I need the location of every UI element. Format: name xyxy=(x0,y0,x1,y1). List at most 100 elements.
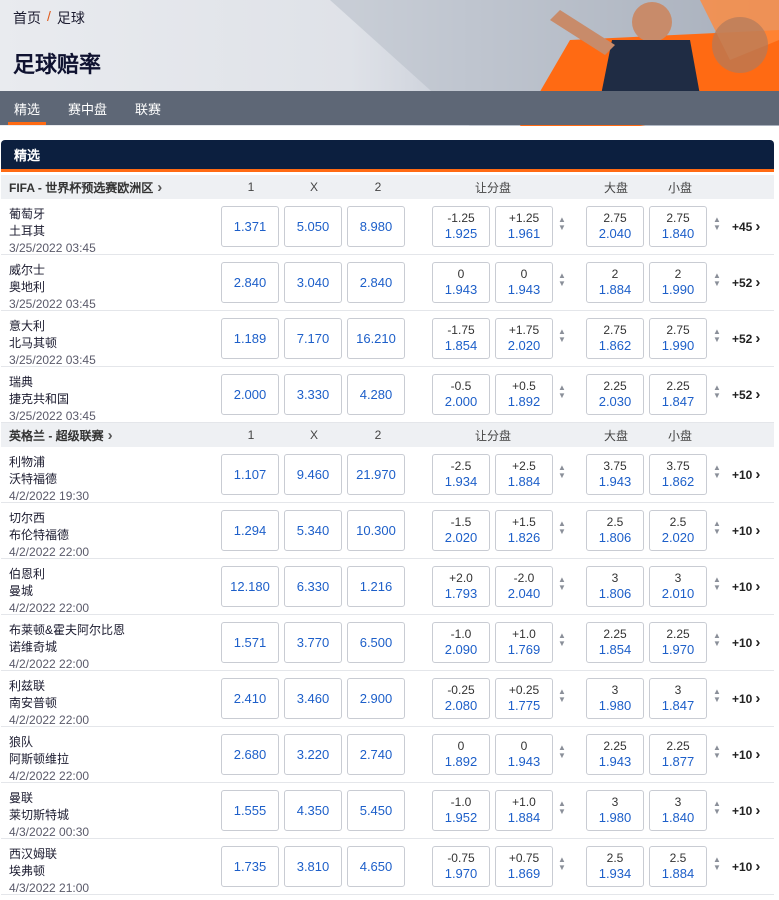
away-team[interactable]: 北马其顿 xyxy=(9,334,57,351)
sort-arrows-icon[interactable]: ▲ ▼ xyxy=(712,744,722,760)
handicap-home-button[interactable]: 0 1.892 xyxy=(432,734,490,775)
more-markets-link[interactable]: +52 › xyxy=(732,386,760,403)
home-team[interactable]: 葡萄牙 xyxy=(9,205,45,222)
handicap-home-button[interactable]: -1.0 1.952 xyxy=(432,790,490,831)
home-team[interactable]: 布莱顿&霍夫阿尔比恩 xyxy=(9,621,125,638)
sort-arrows-icon[interactable]: ▲ ▼ xyxy=(712,520,722,536)
sort-arrows-icon[interactable]: ▲ ▼ xyxy=(557,688,567,704)
sort-arrows-icon[interactable]: ▲ ▼ xyxy=(557,632,567,648)
away-team[interactable]: 诺维奇城 xyxy=(9,638,57,655)
home-team[interactable]: 瑞典 xyxy=(9,373,33,390)
under-button[interactable]: 3 1.840 xyxy=(649,790,707,831)
more-markets-link[interactable]: +10 › xyxy=(732,578,760,595)
sort-arrows-icon[interactable]: ▲ ▼ xyxy=(712,216,722,232)
handicap-away-button[interactable]: +0.75 1.869 xyxy=(495,846,553,887)
over-button[interactable]: 2.25 1.854 xyxy=(586,622,644,663)
handicap-home-button[interactable]: 0 1.943 xyxy=(432,262,490,303)
home-team[interactable]: 狼队 xyxy=(9,733,33,750)
odds-away-button[interactable]: 1.216 xyxy=(347,566,405,607)
home-team[interactable]: 伯恩利 xyxy=(9,565,45,582)
under-button[interactable]: 2.75 1.990 xyxy=(649,318,707,359)
odds-draw-button[interactable]: 3.770 xyxy=(284,622,342,663)
under-button[interactable]: 2 1.990 xyxy=(649,262,707,303)
handicap-home-button[interactable]: -2.5 1.934 xyxy=(432,454,490,495)
league-name[interactable]: FIFA - 世界杯预选赛欧洲区 › xyxy=(9,179,162,196)
odds-home-button[interactable]: 2.840 xyxy=(221,262,279,303)
odds-away-button[interactable]: 4.650 xyxy=(347,846,405,887)
under-button[interactable]: 2.25 1.877 xyxy=(649,734,707,775)
tab-leagues[interactable]: 联赛 xyxy=(121,91,175,125)
home-team[interactable]: 利物浦 xyxy=(9,453,45,470)
league-header[interactable]: 英格兰 - 超级联赛 › 1 X 2 让分盘 大盘 小盘 xyxy=(1,423,774,447)
handicap-away-button[interactable]: 0 1.943 xyxy=(495,262,553,303)
odds-home-button[interactable]: 2.410 xyxy=(221,678,279,719)
handicap-away-button[interactable]: +0.5 1.892 xyxy=(495,374,553,415)
over-button[interactable]: 3 1.980 xyxy=(586,678,644,719)
handicap-home-button[interactable]: -0.75 1.970 xyxy=(432,846,490,887)
over-button[interactable]: 2.75 2.040 xyxy=(586,206,644,247)
handicap-home-button[interactable]: -1.5 2.020 xyxy=(432,510,490,551)
away-team[interactable]: 捷克共和国 xyxy=(9,390,69,407)
more-markets-link[interactable]: +52 › xyxy=(732,330,760,347)
odds-away-button[interactable]: 16.210 xyxy=(347,318,405,359)
handicap-away-button[interactable]: +1.0 1.769 xyxy=(495,622,553,663)
home-team[interactable]: 曼联 xyxy=(9,789,33,806)
sort-arrows-icon[interactable]: ▲ ▼ xyxy=(712,272,722,288)
away-team[interactable]: 曼城 xyxy=(9,582,33,599)
sort-arrows-icon[interactable]: ▲ ▼ xyxy=(557,384,567,400)
odds-home-button[interactable]: 2.000 xyxy=(221,374,279,415)
under-button[interactable]: 2.5 1.884 xyxy=(649,846,707,887)
tab-featured[interactable]: 精选 xyxy=(0,91,54,125)
sort-arrows-icon[interactable]: ▲ ▼ xyxy=(557,744,567,760)
under-button[interactable]: 3.75 1.862 xyxy=(649,454,707,495)
tab-in-play[interactable]: 赛中盘 xyxy=(54,91,121,125)
home-team[interactable]: 切尔西 xyxy=(9,509,45,526)
away-team[interactable]: 南安普顿 xyxy=(9,694,57,711)
away-team[interactable]: 奥地利 xyxy=(9,278,45,295)
away-team[interactable]: 布伦特福德 xyxy=(9,526,69,543)
league-name[interactable]: 英格兰 - 超级联赛 › xyxy=(9,427,113,444)
away-team[interactable]: 阿斯顿维拉 xyxy=(9,750,69,767)
over-button[interactable]: 2.5 1.806 xyxy=(586,510,644,551)
handicap-home-button[interactable]: -1.75 1.854 xyxy=(432,318,490,359)
sort-arrows-icon[interactable]: ▲ ▼ xyxy=(712,800,722,816)
under-button[interactable]: 3 1.847 xyxy=(649,678,707,719)
over-button[interactable]: 3 1.806 xyxy=(586,566,644,607)
odds-away-button[interactable]: 6.500 xyxy=(347,622,405,663)
more-markets-link[interactable]: +10 › xyxy=(732,634,760,651)
handicap-home-button[interactable]: -0.5 2.000 xyxy=(432,374,490,415)
handicap-away-button[interactable]: +1.5 1.826 xyxy=(495,510,553,551)
odds-away-button[interactable]: 8.980 xyxy=(347,206,405,247)
breadcrumb-home-link[interactable]: 首页 xyxy=(13,8,41,28)
sort-arrows-icon[interactable]: ▲ ▼ xyxy=(712,328,722,344)
under-button[interactable]: 3 2.010 xyxy=(649,566,707,607)
more-markets-link[interactable]: +10 › xyxy=(732,746,760,763)
away-team[interactable]: 莱切斯特城 xyxy=(9,806,69,823)
sort-arrows-icon[interactable]: ▲ ▼ xyxy=(712,688,722,704)
away-team[interactable]: 沃特福德 xyxy=(9,470,57,487)
sort-arrows-icon[interactable]: ▲ ▼ xyxy=(557,328,567,344)
odds-draw-button[interactable]: 6.330 xyxy=(284,566,342,607)
sort-arrows-icon[interactable]: ▲ ▼ xyxy=(712,576,722,592)
over-button[interactable]: 2 1.884 xyxy=(586,262,644,303)
sort-arrows-icon[interactable]: ▲ ▼ xyxy=(557,216,567,232)
sort-arrows-icon[interactable]: ▲ ▼ xyxy=(712,856,722,872)
handicap-away-button[interactable]: +1.25 1.961 xyxy=(495,206,553,247)
handicap-away-button[interactable]: +1.75 2.020 xyxy=(495,318,553,359)
odds-away-button[interactable]: 10.300 xyxy=(347,510,405,551)
more-markets-link[interactable]: +45 › xyxy=(732,218,760,235)
home-team[interactable]: 利兹联 xyxy=(9,677,45,694)
under-button[interactable]: 2.25 1.847 xyxy=(649,374,707,415)
odds-draw-button[interactable]: 3.460 xyxy=(284,678,342,719)
odds-draw-button[interactable]: 3.810 xyxy=(284,846,342,887)
more-markets-link[interactable]: +10 › xyxy=(732,858,760,875)
odds-away-button[interactable]: 2.900 xyxy=(347,678,405,719)
more-markets-link[interactable]: +52 › xyxy=(732,274,760,291)
odds-draw-button[interactable]: 3.220 xyxy=(284,734,342,775)
odds-away-button[interactable]: 4.280 xyxy=(347,374,405,415)
sort-arrows-icon[interactable]: ▲ ▼ xyxy=(712,384,722,400)
sort-arrows-icon[interactable]: ▲ ▼ xyxy=(712,464,722,480)
odds-home-button[interactable]: 1.371 xyxy=(221,206,279,247)
sort-arrows-icon[interactable]: ▲ ▼ xyxy=(557,856,567,872)
odds-draw-button[interactable]: 3.040 xyxy=(284,262,342,303)
